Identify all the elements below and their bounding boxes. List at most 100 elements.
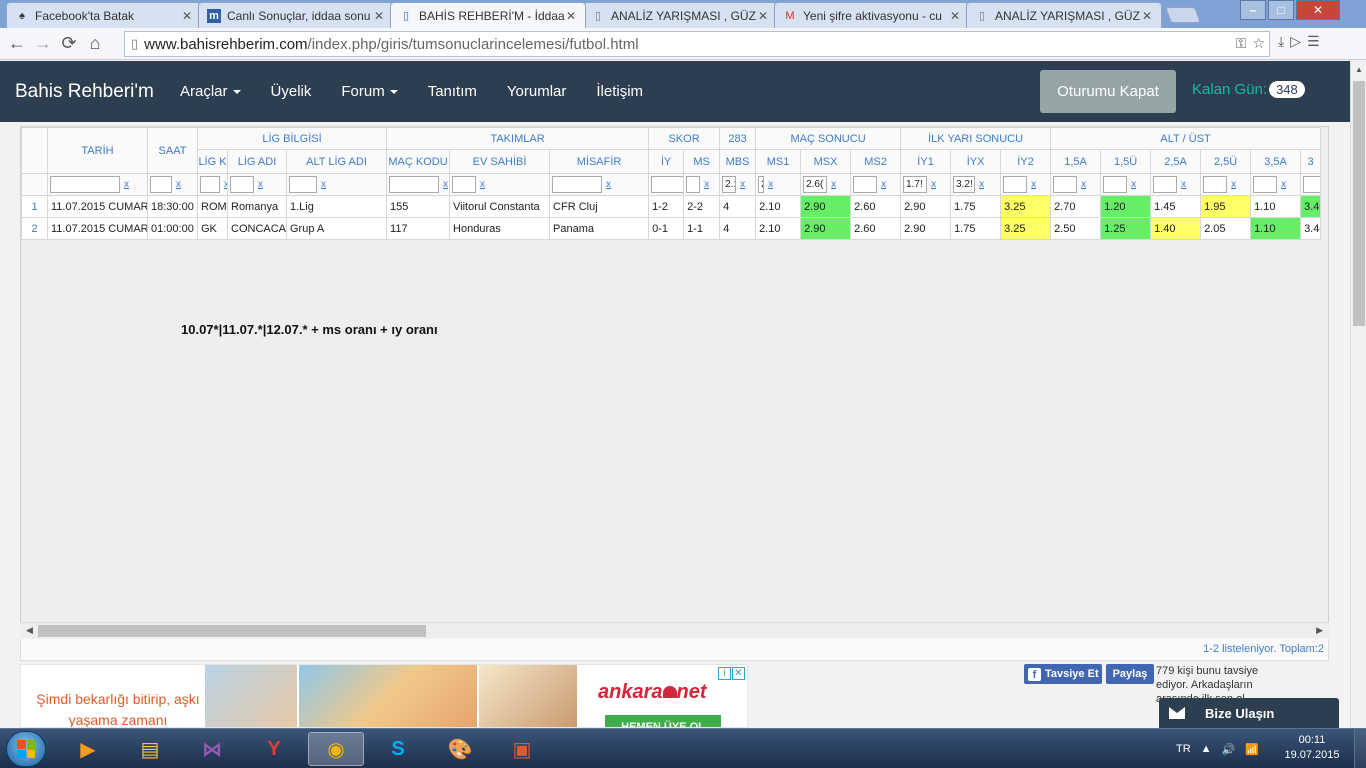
column-header[interactable]: MS2 — [850, 149, 902, 174]
nav-link-2[interactable]: Üyelik — [271, 83, 312, 100]
filter-input[interactable] — [1053, 176, 1078, 193]
start-button[interactable] — [6, 731, 46, 767]
nav-link-4[interactable]: Tanıtım — [428, 83, 477, 100]
snipping-tool-icon[interactable]: ▣ — [494, 732, 550, 766]
scroll-left-icon[interactable]: ◀ — [26, 625, 33, 636]
download-icon[interactable]: ⤓ — [1278, 33, 1284, 50]
column-header[interactable]: İY — [648, 149, 685, 174]
filter-clear-button[interactable]: x — [176, 179, 181, 190]
browser-tab[interactable]: ▯ ANALİZ YARIŞMASI , GÜZ ✕ — [966, 2, 1162, 28]
filter-input[interactable] — [452, 176, 477, 193]
column-header[interactable]: MS — [683, 149, 721, 174]
filter-input[interactable] — [1253, 176, 1278, 193]
filter-clear-button[interactable]: x — [124, 179, 129, 190]
filter-clear-button[interactable]: x — [443, 179, 448, 190]
new-tab-button[interactable] — [1165, 7, 1201, 23]
close-tab-icon[interactable]: ✕ — [1141, 9, 1153, 23]
scroll-right-icon[interactable]: ▶ — [1316, 625, 1323, 636]
row-number-header[interactable] — [21, 127, 48, 174]
filter-input[interactable] — [50, 176, 120, 193]
address-bar[interactable]: ▯ www.bahisrehberim.com/index.php/giris/… — [124, 31, 1270, 57]
filter-input[interactable]: 2.6( — [803, 176, 828, 193]
table-row[interactable]: 211.07.2015 CUMART01:00:00GKCONCACAFGrup… — [21, 217, 1322, 240]
header-group-takimlar[interactable]: TAKIMLAR — [386, 127, 650, 150]
filter-clear-button[interactable]: x — [321, 179, 326, 190]
file-explorer-icon[interactable]: ▤ — [122, 732, 178, 766]
column-header[interactable]: MİSAFİR — [549, 149, 650, 174]
visual-studio-icon[interactable]: ⋈ — [184, 732, 240, 766]
filter-clear-button[interactable]: x — [704, 179, 709, 190]
browser-tab[interactable]: ▯ BAHİS REHBERİ'M - İddaa ✕ — [390, 2, 586, 28]
filter-input[interactable] — [389, 176, 440, 193]
column-header[interactable]: 1,5Ü — [1100, 149, 1152, 174]
ad-banner[interactable]: Şimdi bekarlığı bitirip, aşkı yaşama zam… — [20, 664, 748, 728]
show-desktop-button[interactable] — [1354, 729, 1366, 768]
filter-clear-button[interactable]: x — [1281, 179, 1286, 190]
filter-input[interactable]: 2.1( — [722, 176, 737, 193]
column-header[interactable]: MAÇ KODU — [386, 149, 451, 174]
filter-input[interactable] — [651, 176, 683, 193]
column-header[interactable]: İY1 — [900, 149, 952, 174]
filter-input[interactable]: 1.7! — [903, 176, 928, 193]
close-window-button[interactable]: ✕ — [1296, 0, 1340, 20]
filter-clear-button[interactable]: x — [1081, 179, 1086, 190]
grid-scrollbar-thumb[interactable] — [38, 625, 426, 637]
filter-input[interactable]: 2.9( — [758, 176, 765, 193]
menu-icon[interactable]: ☰ — [1307, 33, 1320, 50]
browser-tab[interactable]: ▯ ANALİZ YARIŞMASI , GÜZ ✕ — [582, 2, 778, 28]
close-tab-icon[interactable]: ✕ — [373, 9, 385, 23]
filter-clear-button[interactable]: x — [258, 179, 263, 190]
filter-input[interactable] — [230, 176, 254, 193]
header-group-lig[interactable]: LİG BİLGİSİ — [196, 127, 388, 150]
ad-info-icon[interactable]: i — [718, 667, 731, 680]
column-header[interactable]: 3 — [1300, 149, 1322, 174]
filter-clear-button[interactable]: x — [480, 179, 485, 190]
filter-input[interactable] — [200, 176, 220, 193]
media-player-icon[interactable]: ▶ — [60, 732, 116, 766]
filter-input[interactable] — [1103, 176, 1128, 193]
site-brand[interactable]: Bahis Rehberi'm — [15, 81, 154, 103]
facebook-like-button[interactable]: f Tavsiye Et — [1024, 664, 1102, 684]
filter-input[interactable] — [1203, 176, 1228, 193]
volume-icon[interactable]: 🔊 — [1222, 743, 1236, 756]
nav-link-5[interactable]: Yorumlar — [507, 83, 566, 100]
header-group-mac-sonucu[interactable]: MAÇ SONUCU — [755, 127, 902, 150]
filter-clear-button[interactable]: x — [1131, 179, 1136, 190]
column-header[interactable]: LİG K — [197, 149, 228, 174]
filter-input[interactable] — [289, 176, 317, 193]
logout-button[interactable]: Oturumu Kapat — [1040, 70, 1176, 113]
page-scrollbar-thumb[interactable] — [1353, 81, 1365, 326]
filter-clear-button[interactable]: x — [1181, 179, 1186, 190]
browser-tab[interactable]: m Canlı Sonuçlar, iddaa sonu ✕ — [198, 2, 394, 28]
filter-clear-button[interactable]: x — [1231, 179, 1236, 190]
yandex-browser-icon[interactable]: Y — [246, 732, 302, 766]
chrome-icon[interactable]: ◉ — [308, 732, 364, 766]
filter-clear-button[interactable]: x — [831, 179, 836, 190]
minimize-button[interactable]: – — [1240, 0, 1266, 20]
filter-input[interactable] — [150, 176, 172, 193]
tray-expand-icon[interactable]: ▲ — [1201, 743, 1212, 755]
filter-input[interactable]: 3.2! — [953, 176, 976, 193]
column-header[interactable]: MBS — [719, 149, 757, 174]
header-saat[interactable]: SAAT — [147, 127, 198, 174]
close-tab-icon[interactable]: ✕ — [565, 9, 577, 23]
table-row[interactable]: 1 11.07.2015 CUMART 18:30:00 ROM Romanya 1.Li… — [21, 195, 1322, 218]
column-header[interactable]: EV SAHİBİ — [449, 149, 551, 174]
column-header[interactable]: 1,5A — [1050, 149, 1102, 174]
language-indicator[interactable]: TR — [1176, 743, 1191, 755]
nav-link-6[interactable]: İletişim — [596, 83, 643, 100]
column-header[interactable]: İY2 — [1000, 149, 1052, 174]
system-clock[interactable]: 00:11 19.07.2015 — [1282, 733, 1342, 763]
nav-link-3[interactable]: Forum — [341, 83, 398, 100]
filter-input[interactable] — [1303, 176, 1320, 193]
filter-input[interactable] — [853, 176, 878, 193]
reload-icon[interactable]: ⟳ — [56, 31, 82, 57]
play-icon[interactable]: ▷ — [1290, 33, 1301, 50]
filter-clear-button[interactable]: x — [979, 179, 984, 190]
skype-icon[interactable]: S — [370, 732, 426, 766]
scroll-up-icon[interactable]: ▲ — [1355, 65, 1363, 74]
back-arrow-icon[interactable]: ← — [4, 31, 30, 57]
column-header[interactable]: 3,5A — [1250, 149, 1302, 174]
filter-input[interactable] — [552, 176, 603, 193]
column-header[interactable]: ALT LİG ADI — [285, 149, 388, 174]
